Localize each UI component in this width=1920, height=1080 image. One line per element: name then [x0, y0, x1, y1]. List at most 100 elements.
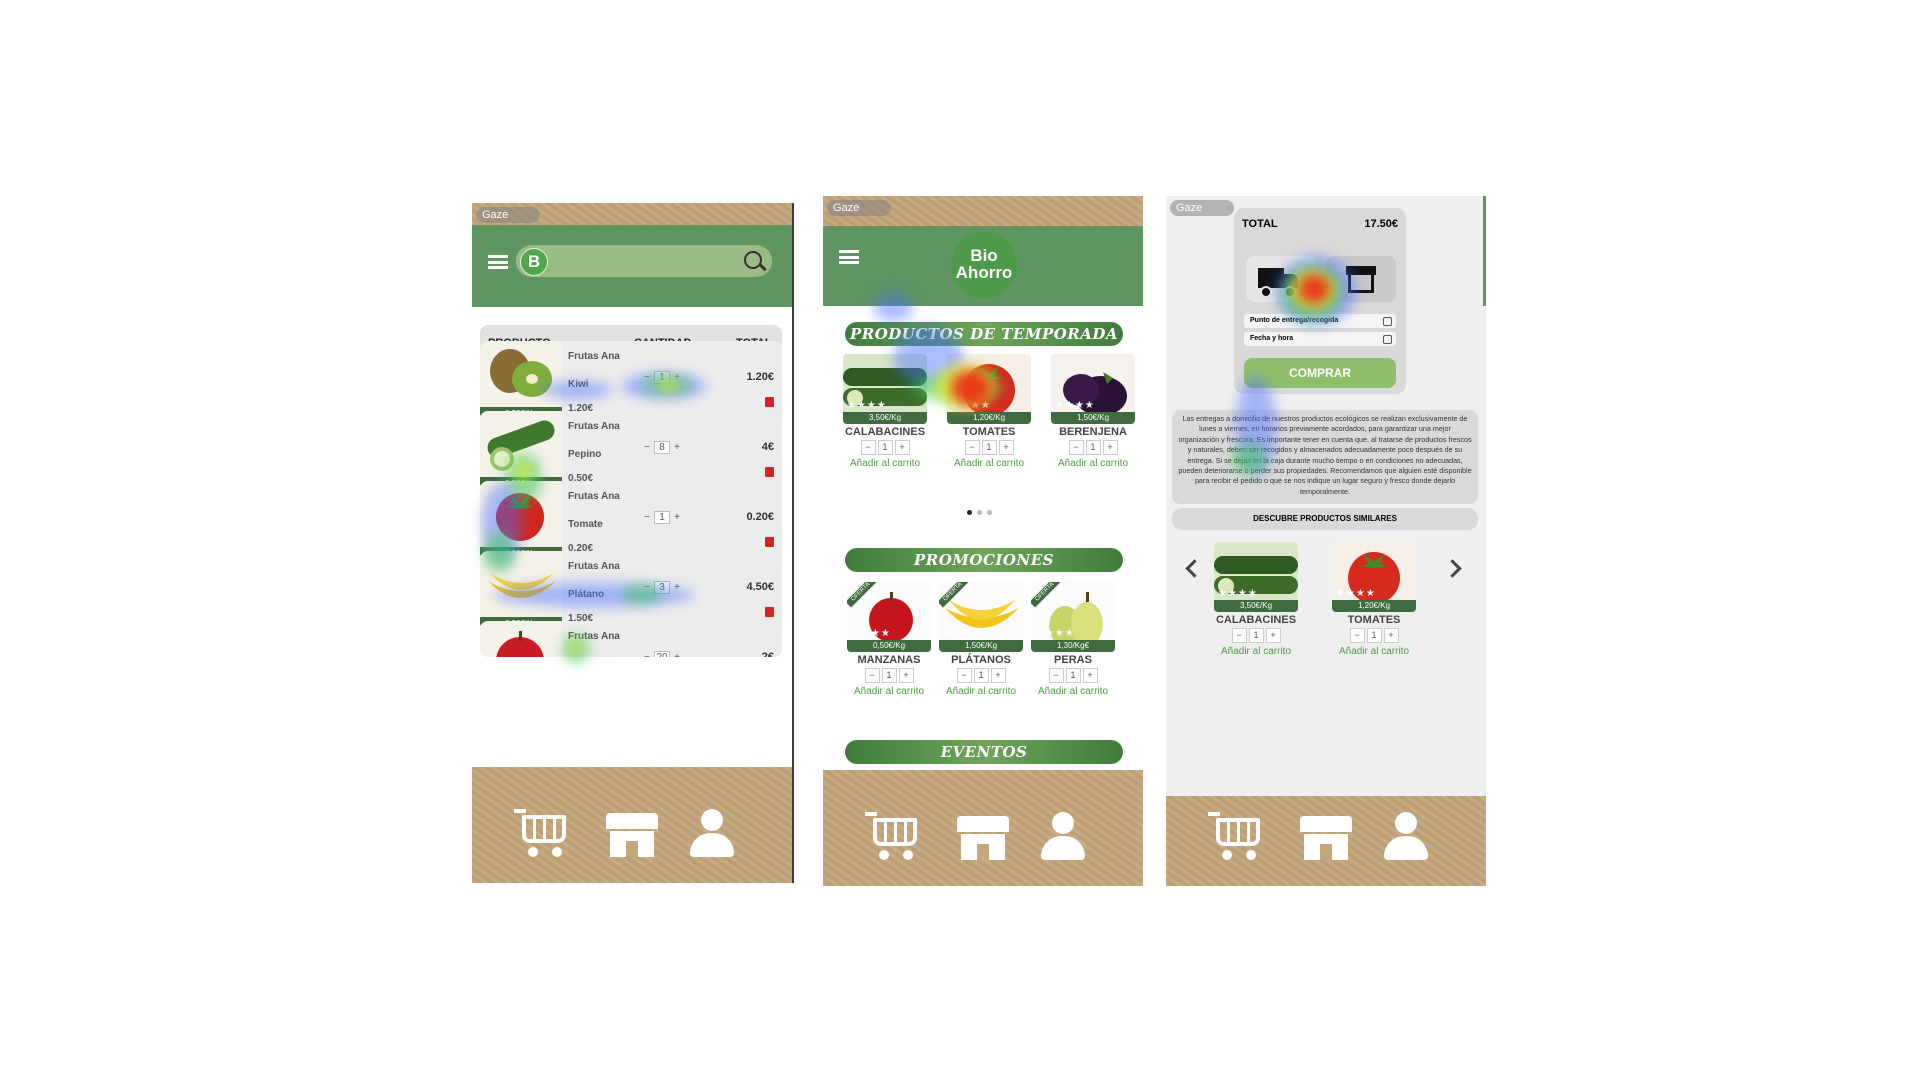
product-image[interactable]: ★★★★ 1,50€/Kg [1051, 354, 1135, 424]
product-image[interactable]: ★★★★ 1,20€/Kg [1332, 542, 1416, 612]
increase-button[interactable]: + [670, 512, 684, 523]
trash-icon[interactable] [765, 537, 774, 547]
trash-icon[interactable] [765, 607, 774, 617]
bottom-nav [1166, 796, 1486, 886]
user-icon[interactable] [1378, 810, 1436, 862]
product-image[interactable]: ★★★★ 3,50€/Kg [1214, 542, 1298, 612]
add-to-cart-link[interactable]: Añadir al carrito [1031, 686, 1115, 697]
quantity-stepper[interactable]: −1 + [939, 668, 1023, 683]
row-total: 1.20€ [746, 371, 774, 383]
cart-icon[interactable] [514, 807, 572, 859]
quantity-stepper[interactable]: −1 + [1051, 440, 1135, 455]
quantity-stepper[interactable]: −1 + [640, 511, 684, 524]
bioahorro-logo[interactable]: Bio Ahorro [951, 232, 1017, 298]
increase-button[interactable]: + [1082, 668, 1098, 683]
quantity-stepper[interactable]: −8 + [640, 441, 684, 454]
store-icon[interactable] [1298, 810, 1356, 862]
quantity-value[interactable]: 20 [654, 651, 670, 657]
increase-button[interactable]: + [1383, 628, 1399, 643]
decrease-button[interactable]: − [1231, 628, 1247, 643]
menu-icon[interactable] [488, 255, 508, 269]
user-icon[interactable] [1035, 810, 1093, 862]
buy-button[interactable]: COMPRAR [1244, 358, 1396, 388]
quantity-stepper[interactable]: −1 + [1332, 628, 1416, 643]
quantity-value[interactable]: 1 [881, 668, 897, 683]
add-to-cart-link[interactable]: Añadir al carrito [847, 686, 931, 697]
quantity-stepper[interactable]: −1 + [640, 371, 684, 384]
quantity-value[interactable]: 3 [654, 581, 670, 594]
add-to-cart-link[interactable]: Añadir al carrito [1332, 646, 1416, 657]
add-to-cart-link[interactable]: Añadir al carrito [1214, 646, 1298, 657]
quantity-stepper[interactable]: −1 + [1031, 668, 1115, 683]
similar-products-header: DESCUBRE PRODUCTOS SIMILARES [1172, 508, 1478, 530]
add-to-cart-link[interactable]: Añadir al carrito [939, 686, 1023, 697]
quantity-value[interactable]: 1 [1085, 440, 1101, 455]
user-icon[interactable] [684, 807, 742, 859]
product-image[interactable]: ★★★★ 3,50€/Kg [843, 354, 927, 424]
search-input[interactable]: B [516, 245, 772, 277]
increase-button[interactable]: + [1265, 628, 1281, 643]
store-icon[interactable] [604, 807, 662, 859]
quantity-stepper[interactable]: −1 + [1214, 628, 1298, 643]
quantity-value[interactable]: 1 [654, 511, 670, 524]
quantity-value[interactable]: 1 [654, 371, 670, 384]
quantity-stepper[interactable]: −3 + [640, 581, 684, 594]
increase-button[interactable]: + [898, 668, 914, 683]
add-to-cart-link[interactable]: Añadir al carrito [1051, 458, 1135, 469]
product-image[interactable]: OFERTA ★★★★ 1,50€/Kg [939, 582, 1023, 652]
quantity-stepper[interactable]: −1 + [843, 440, 927, 455]
quantity-value[interactable]: 1 [877, 440, 893, 455]
quantity-value[interactable]: 1 [1366, 628, 1382, 643]
section-events[interactable]: EVENTOS [845, 740, 1123, 764]
product-image[interactable]: OFERTA ★★★★ 0,50€/Kg [847, 582, 931, 652]
increase-button[interactable]: + [998, 440, 1014, 455]
date-time-field[interactable]: Fecha y hora [1244, 332, 1396, 346]
quantity-stepper[interactable]: −1 + [947, 440, 1031, 455]
store-icon[interactable] [955, 810, 1013, 862]
rating-stars: ★★★★ [1035, 628, 1075, 639]
rating-stars: ★★★★ [1055, 400, 1095, 411]
decrease-button[interactable]: − [1048, 668, 1064, 683]
cart-item-row: 0.50€/KgFrutas AnaKiwi1.20€−1+1.20€ [480, 341, 782, 421]
store-pickup-option[interactable] [1326, 256, 1396, 302]
increase-button[interactable]: + [894, 440, 910, 455]
increase-button[interactable]: + [670, 652, 684, 657]
product-image[interactable]: OFERTA ★★★★ 1,30/Kg€ [1031, 582, 1115, 652]
quantity-value[interactable]: 8 [654, 441, 670, 454]
pickup-point-field[interactable]: Punto de entrega/recogida [1244, 314, 1396, 328]
decrease-button[interactable]: − [1349, 628, 1365, 643]
increase-button[interactable]: + [670, 582, 684, 593]
decrease-button[interactable]: − [860, 440, 876, 455]
quantity-value[interactable]: 1 [981, 440, 997, 455]
decrease-button[interactable]: − [964, 440, 980, 455]
increase-button[interactable]: + [670, 372, 684, 383]
decrease-button[interactable]: − [956, 668, 972, 683]
add-to-cart-link[interactable]: Añadir al carrito [843, 458, 927, 469]
trash-icon[interactable] [765, 397, 774, 407]
decrease-button[interactable]: − [640, 582, 654, 593]
quantity-stepper[interactable]: −1 + [847, 668, 931, 683]
decrease-button[interactable]: − [864, 668, 880, 683]
increase-button[interactable]: + [990, 668, 1006, 683]
decrease-button[interactable]: − [1068, 440, 1084, 455]
increase-button[interactable]: + [1102, 440, 1118, 455]
cart-icon[interactable] [865, 810, 923, 862]
decrease-button[interactable]: − [640, 372, 654, 383]
menu-icon[interactable] [839, 250, 859, 264]
product-image[interactable] [480, 621, 562, 657]
decrease-button[interactable]: − [640, 512, 654, 523]
quantity-stepper[interactable]: −20+ [640, 651, 684, 657]
quantity-value[interactable]: 1 [973, 668, 989, 683]
search-icon[interactable] [744, 251, 762, 269]
trash-icon[interactable] [765, 467, 774, 477]
carousel-dots[interactable] [967, 502, 997, 520]
increase-button[interactable]: + [670, 442, 684, 453]
quantity-value[interactable]: 1 [1065, 668, 1081, 683]
cart-icon[interactable] [1208, 810, 1266, 862]
home-delivery-option[interactable] [1246, 256, 1316, 302]
quantity-value[interactable]: 1 [1248, 628, 1264, 643]
product-image[interactable]: ★★★★ 1,20€/Kg [947, 354, 1031, 424]
add-to-cart-link[interactable]: Añadir al carrito [947, 458, 1031, 469]
decrease-button[interactable]: − [640, 442, 654, 453]
decrease-button[interactable]: − [640, 652, 654, 657]
